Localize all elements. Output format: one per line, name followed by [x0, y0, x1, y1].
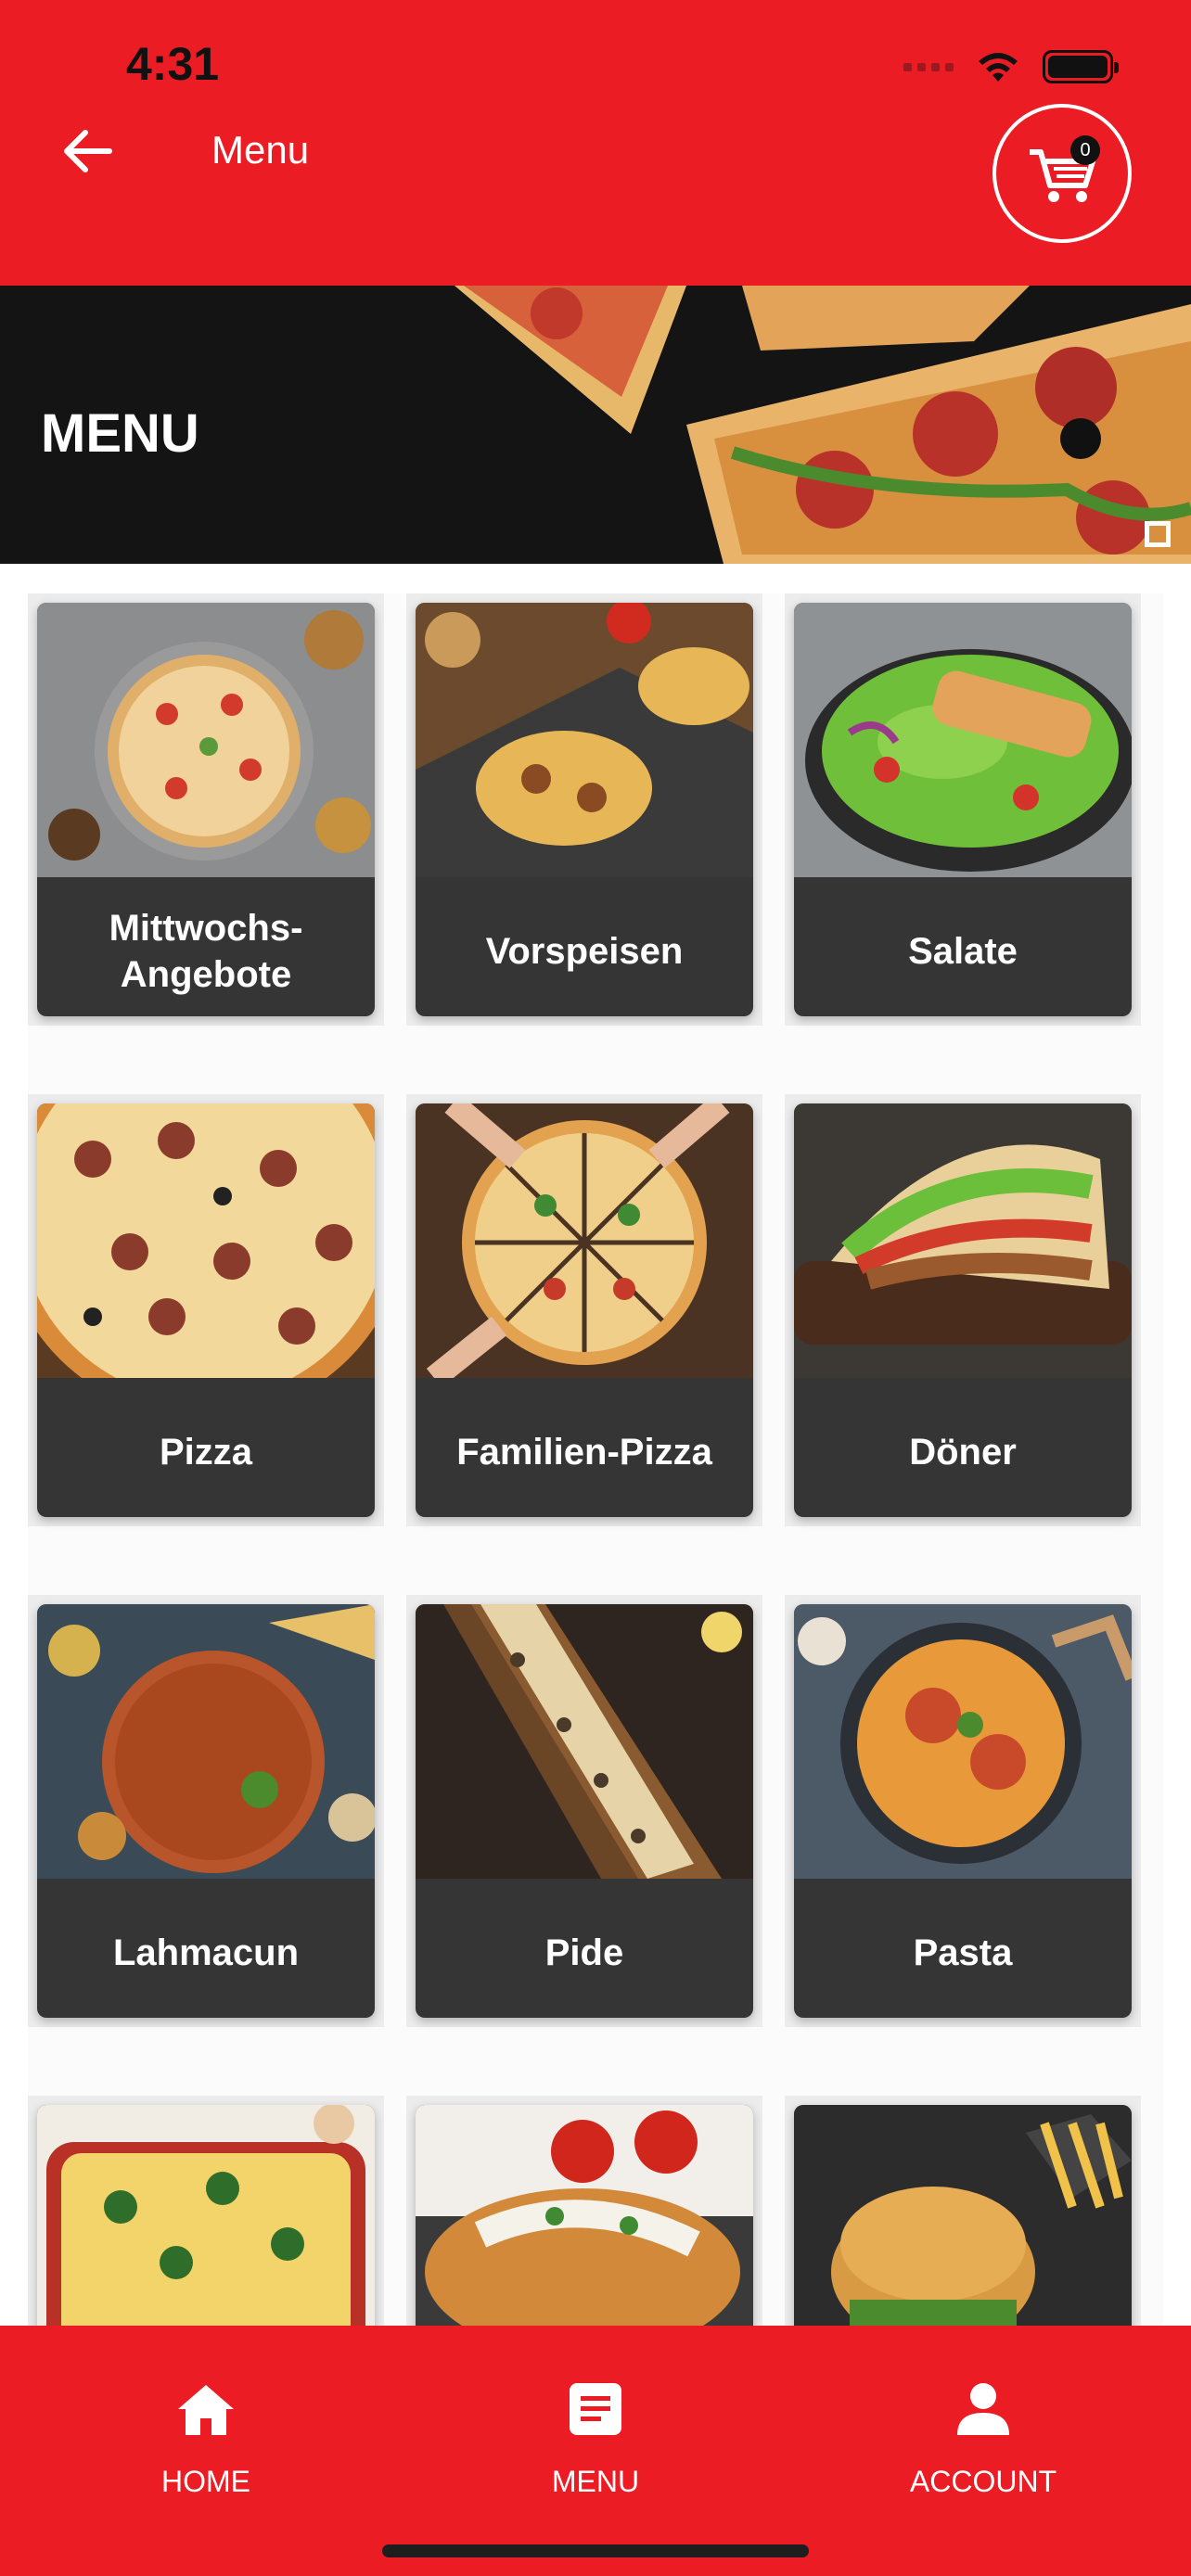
status-icons	[903, 48, 1119, 85]
category-label: Vorspeisen	[485, 931, 684, 972]
category-card-gratin[interactable]	[28, 2096, 384, 2327]
banner-expand-icon[interactable]	[1145, 521, 1171, 547]
banner-title: MENU	[41, 403, 199, 464]
mittwochs-angebote-image	[37, 603, 375, 877]
familien-pizza-image	[416, 1103, 753, 1388]
vorspeisen-image	[416, 603, 753, 877]
home-indicator	[382, 2544, 809, 2557]
doener-image	[794, 1103, 1132, 1378]
category-card-lahmacun[interactable]: Lahmacun	[28, 1595, 384, 2027]
lahmacun-image	[37, 1604, 375, 1879]
category-card-pide[interactable]: Pide	[406, 1595, 762, 2027]
pizza-image	[37, 1103, 375, 1419]
nav-home[interactable]: HOME	[90, 2381, 322, 2499]
pasta-image	[794, 1604, 1132, 1879]
nav-account-label: ACCOUNT	[909, 2465, 1057, 2498]
battery-icon	[1043, 50, 1119, 83]
salate-image	[794, 603, 1132, 877]
app-header: 4:31 Menu 0	[0, 0, 1191, 286]
category-label: Familien-Pizza	[456, 1432, 712, 1473]
menu-list-icon	[570, 2383, 621, 2435]
nav-menu[interactable]: MENU	[480, 2381, 711, 2499]
category-label: Döner	[909, 1432, 1017, 1473]
cellular-signal-icon	[903, 62, 954, 71]
category-card-pasta[interactable]: Pasta	[785, 1595, 1141, 2027]
category-card-pizza[interactable]: Pizza	[28, 1094, 384, 1526]
category-label: Mittwochs-Angebote	[109, 908, 303, 995]
category-card-salate[interactable]: Salate	[785, 593, 1141, 1026]
bottom-navigation: HOME MENU ACCOUNT	[0, 2326, 1191, 2576]
category-label: Pizza	[159, 1432, 253, 1473]
gratin-image	[37, 2105, 375, 2327]
back-button[interactable]	[56, 119, 121, 184]
nav-account[interactable]: ACCOUNT	[867, 2381, 1099, 2499]
home-icon	[178, 2385, 234, 2435]
schnitzel-image	[416, 2105, 753, 2327]
cart-button[interactable]: 0	[992, 104, 1132, 243]
nav-home-label: HOME	[161, 2465, 250, 2498]
nav-menu-label: MENU	[551, 2465, 640, 2498]
category-card-vorspeisen[interactable]: Vorspeisen	[406, 593, 762, 1026]
category-label: Pide	[544, 1932, 624, 1973]
page-title: Menu	[211, 128, 310, 172]
category-label: Salate	[908, 931, 1018, 972]
category-label: Pasta	[913, 1932, 1013, 1973]
category-grid: Mittwochs-Angebote Vorspeisen Salate Piz…	[28, 593, 1163, 2327]
category-card-doener[interactable]: Döner	[785, 1094, 1141, 1526]
burger-image	[794, 2105, 1132, 2327]
category-label: Lahmacun	[112, 1932, 300, 1973]
category-card-familien-pizza[interactable]: Familien-Pizza	[406, 1094, 762, 1526]
cart-count-badge: 0	[1070, 135, 1100, 165]
pide-image	[416, 1604, 753, 1879]
menu-banner: MENU	[0, 286, 1191, 564]
category-card-burger[interactable]	[785, 2096, 1141, 2327]
wifi-icon	[979, 53, 1018, 82]
status-time: 4:31	[126, 38, 220, 90]
account-icon	[957, 2383, 1009, 2435]
arrow-left-icon	[64, 130, 112, 172]
category-card-schnitzel[interactable]	[406, 2096, 762, 2327]
category-card-mittwochs-angebote[interactable]: Mittwochs-Angebote	[28, 593, 384, 1026]
